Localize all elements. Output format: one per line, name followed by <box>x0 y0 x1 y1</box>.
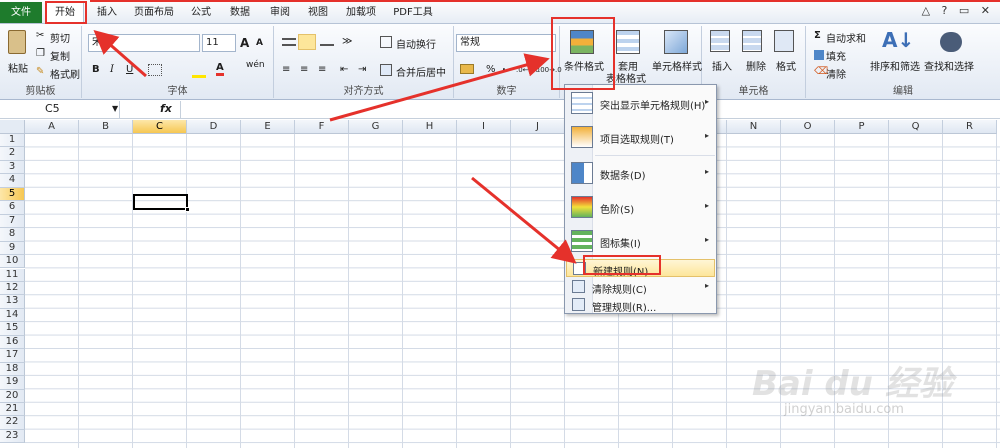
baidu-watermark-url: jingyan.baidu.com <box>784 402 904 417</box>
arrow-to-conditional-formatting <box>329 53 550 122</box>
arrow-to-new-rule <box>471 176 577 264</box>
arrow-to-home-tab <box>93 30 147 78</box>
baidu-watermark: Bai du 经验 <box>752 364 953 404</box>
